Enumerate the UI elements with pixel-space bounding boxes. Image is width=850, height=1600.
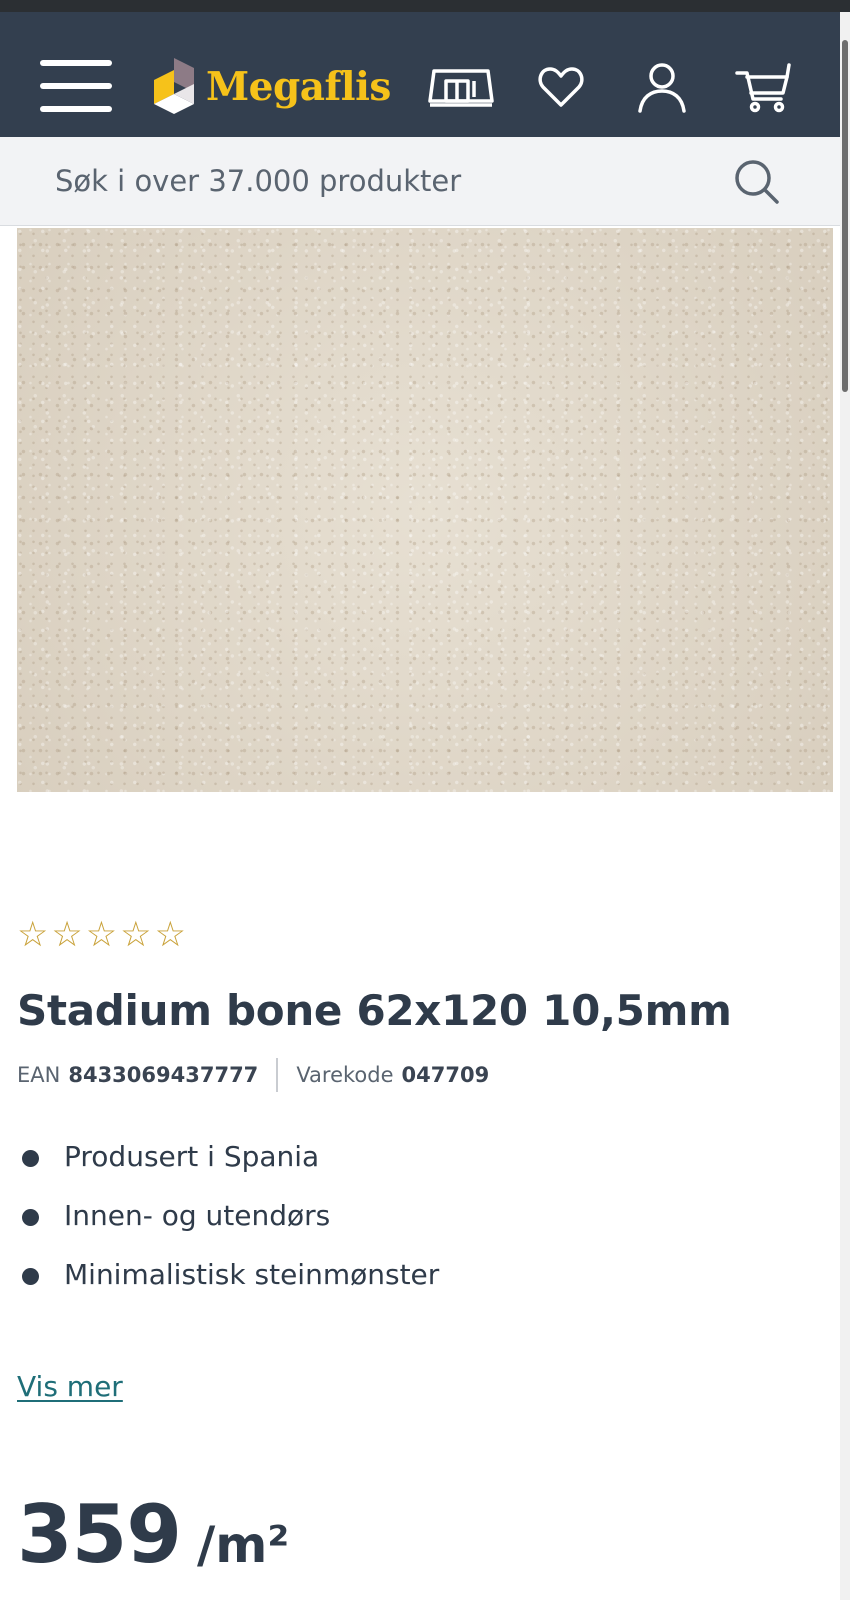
product-codes: EAN 8433069437777 Varekode 047709 [17,1057,489,1093]
status-strip [0,0,850,12]
rating-stars[interactable]: ☆ ☆ ☆ ☆ ☆ [17,915,186,955]
product-title: Stadium bone 62x120 10,5mm [17,986,732,1035]
list-item: Produsert i Spania [17,1130,817,1189]
menu-icon[interactable] [40,60,112,112]
sku-label: Varekode [296,1063,394,1087]
search-icon[interactable] [734,159,780,205]
price-value: 359 [17,1488,182,1581]
heart-icon[interactable] [526,54,596,120]
star-icon: ☆ [85,915,118,955]
product-image[interactable] [17,228,833,792]
star-icon: ☆ [17,915,49,955]
scrollbar-thumb[interactable] [842,40,848,392]
list-item: Minimalistisk steinmønster [17,1248,817,1307]
site-logo[interactable]: Megaflis [150,54,400,120]
brand-name: Megaflis [206,64,391,110]
search-bar [0,137,840,226]
show-more-link[interactable]: Vis mer [17,1370,123,1403]
divider [276,1058,279,1092]
sku-value: 047709 [401,1063,490,1087]
price-unit: /m² [197,1516,290,1574]
ean-value: 8433069437777 [68,1063,259,1087]
star-icon: ☆ [51,915,83,955]
store-icon[interactable] [426,54,496,120]
feature-list: Produsert i Spania Innen- og utendørs Mi… [17,1130,817,1307]
user-icon[interactable] [627,54,697,120]
star-icon: ☆ [154,915,186,955]
search-input[interactable] [55,155,695,207]
ean-label: EAN [17,1063,61,1087]
list-item: Innen- og utendørs [17,1189,817,1248]
site-header: Megaflis [0,12,840,137]
logo-cube-icon [154,58,194,114]
cart-icon[interactable] [728,54,798,120]
star-icon: ☆ [120,915,152,955]
product-price: 359 /m² [17,1488,290,1581]
